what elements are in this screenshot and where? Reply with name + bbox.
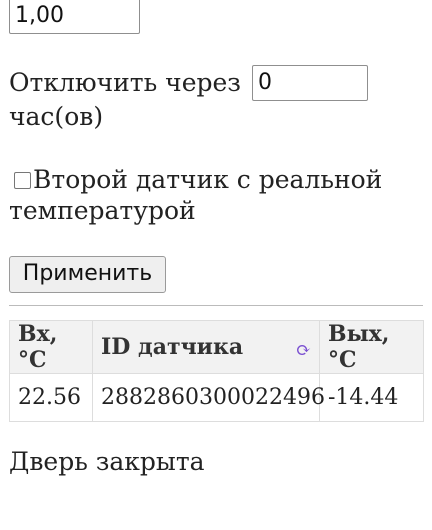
shutdown-unit-label: час(ов) (9, 102, 104, 131)
refresh-icon[interactable]: ⟳ (296, 340, 311, 361)
table-header-row: Вх, °C ID датчика ⟳ Вых, °C (9, 320, 424, 374)
shutdown-label: Отключить через (9, 68, 241, 97)
value-input[interactable]: 1,00 (9, 0, 140, 34)
apply-button[interactable]: Применить (9, 256, 166, 293)
cell-sensor-id: 2882860300022496 (92, 373, 325, 422)
table-row: 22.56 2882860300022496 -14.44 (9, 373, 424, 422)
header-in-temp: Вх, °C (9, 320, 93, 374)
door-status: Дверь закрыта (9, 447, 205, 476)
second-sensor-checkbox[interactable] (14, 172, 31, 189)
divider (9, 305, 423, 306)
shutdown-hours-input[interactable]: 0 (252, 65, 368, 101)
header-sensor-id: ID датчика ⟳ (92, 320, 320, 374)
cell-out-temp: -14.44 (319, 373, 424, 422)
header-sensor-id-label: ID датчика (101, 333, 244, 360)
second-sensor-label[interactable]: Второй датчик с реальной (33, 164, 382, 195)
sensor-table: Вх, °C ID датчика ⟳ Вых, °C 22.56 288286… (9, 320, 424, 422)
header-out-temp: Вых, °C (319, 320, 424, 374)
cell-in-temp: 22.56 (9, 373, 93, 422)
second-sensor-label-line2[interactable]: температурой (9, 195, 196, 226)
